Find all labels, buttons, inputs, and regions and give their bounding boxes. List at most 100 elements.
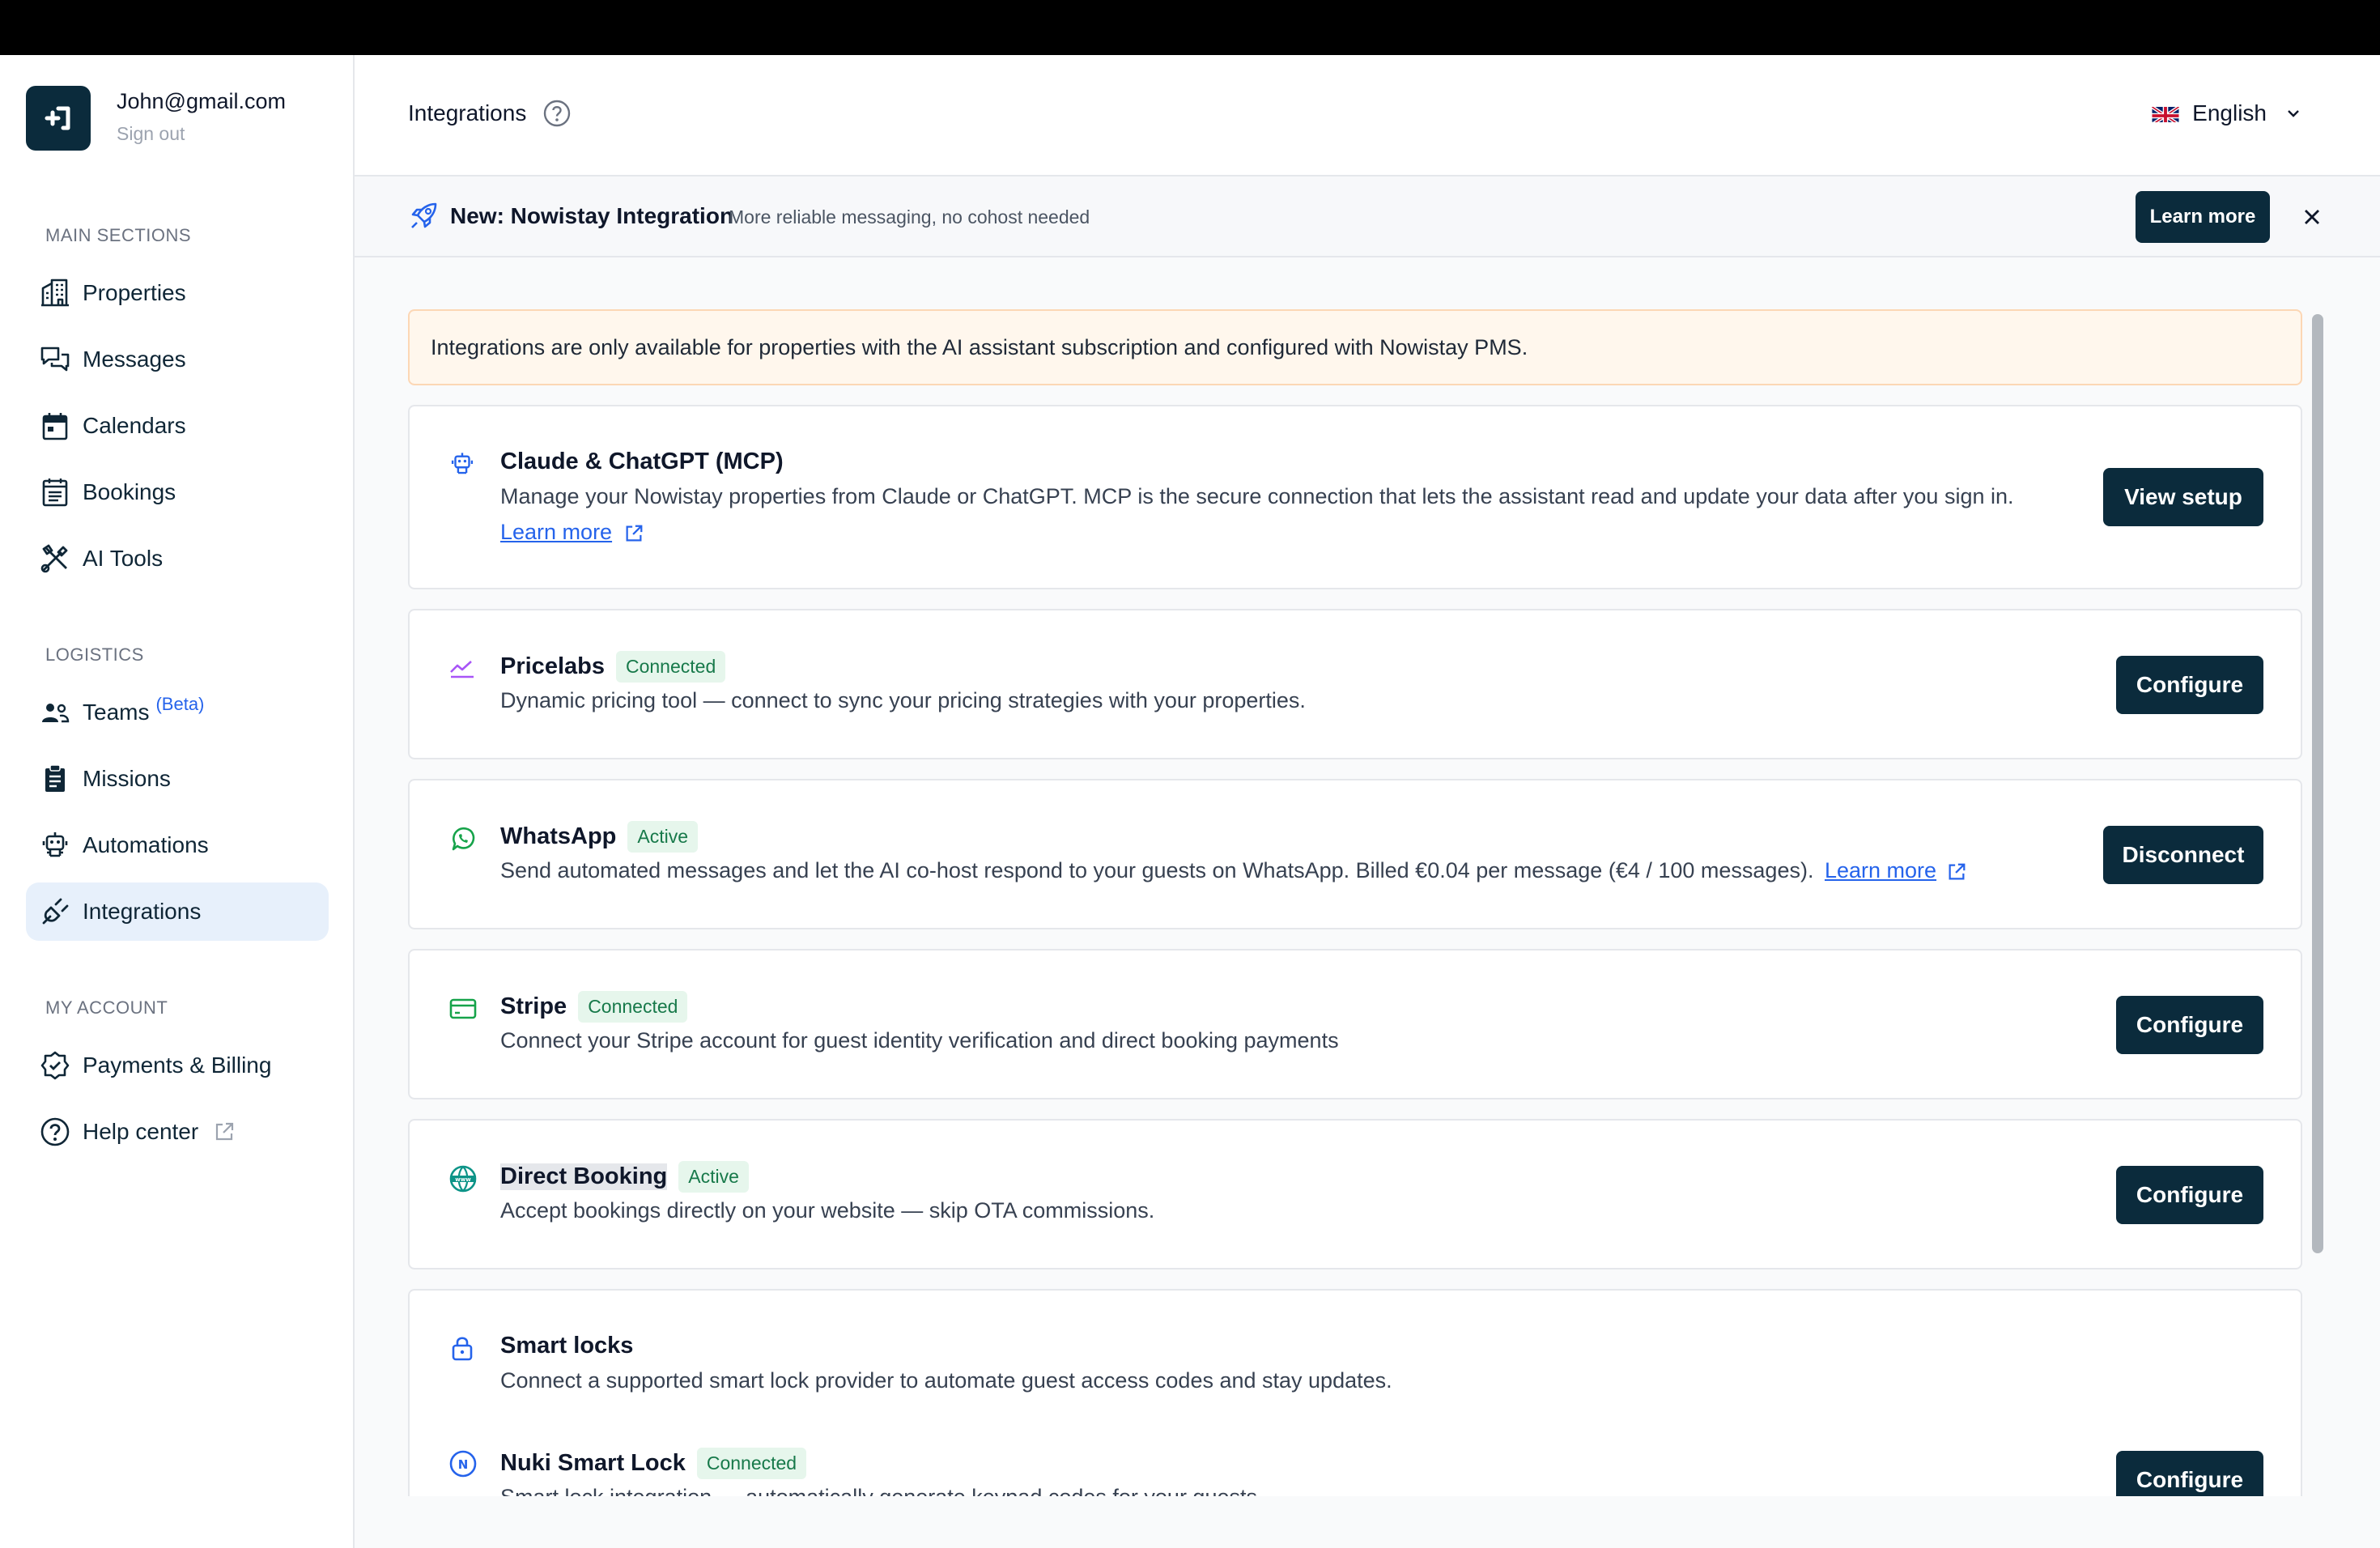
rocket-icon [408, 201, 439, 236]
integration-title: Claude & ChatGPT (MCP) [500, 449, 784, 474]
integration-title: Direct Booking Active [500, 1161, 749, 1193]
integration-title: Pricelabs Connected [500, 651, 726, 683]
nuki-icon: N [448, 1449, 478, 1482]
chat-icon [37, 342, 73, 377]
integration-description: Dynamic pricing tool — connect to sync y… [500, 688, 1306, 712]
scrollbar[interactable] [2312, 314, 2323, 1253]
language-label: English [2192, 100, 2267, 125]
external-link-icon [623, 523, 644, 544]
integration-card-stripe: Stripe Connected Connect your Stripe acc… [408, 949, 2302, 1099]
view-setup-button[interactable]: View setup [2103, 468, 2263, 526]
sidebar-item-label: Teams [83, 700, 150, 725]
list-icon [37, 474, 73, 510]
robot-icon [37, 827, 73, 863]
integration-description: Connect a supported smart lock provider … [500, 1368, 1392, 1393]
sidebar-item-bookings[interactable]: Bookings [26, 463, 329, 521]
page-header: Integrations English [355, 55, 2380, 176]
configure-button[interactable]: Configure [2116, 1166, 2263, 1224]
external-link-icon [213, 1121, 236, 1143]
app-logo[interactable] [26, 86, 91, 151]
integration-title: WhatsApp Active [500, 821, 699, 853]
external-link-icon [1946, 861, 1967, 882]
integration-description: Connect your Stripe account for guest id… [500, 1028, 1339, 1053]
sidebar-item-label: Automations [83, 832, 209, 857]
svg-text:N: N [458, 1457, 469, 1472]
sidebar-item-label: Integrations [83, 899, 202, 924]
language-selector[interactable]: English [2152, 100, 2302, 126]
integration-name: Pricelabs [500, 653, 605, 679]
status-badge: Connected [696, 1448, 807, 1479]
announcement-banner: New: Nowistay Integration More reliable … [355, 176, 2380, 257]
beta-badge: (Beta) [155, 694, 205, 714]
sign-out-link[interactable]: Sign out [117, 123, 185, 145]
svg-text:www: www [455, 1176, 471, 1183]
logistics-label: LOGISTICS [45, 644, 144, 665]
status-badge: Active [678, 1161, 749, 1193]
integration-description: Manage your Nowistay properties from Cla… [500, 484, 2014, 508]
sidebar-item-calendars[interactable]: Calendars [26, 397, 329, 455]
sidebar-item-teams[interactable]: Teams (Beta) [26, 683, 329, 742]
integration-card-pricelabs: Pricelabs Connected Dynamic pricing tool… [408, 609, 2302, 759]
sidebar-item-label: Help center [83, 1119, 199, 1144]
integration-title: Stripe Connected [500, 991, 688, 1023]
team-icon [37, 695, 73, 730]
trend-chart-icon [448, 654, 476, 686]
configure-button[interactable]: Configure [2116, 1451, 2263, 1496]
help-icon[interactable] [542, 99, 572, 132]
badge-check-icon [37, 1048, 73, 1083]
robot-icon [448, 450, 476, 482]
tools-icon [37, 541, 73, 576]
sub-integration-title: Nuki Smart Lock Connected [500, 1448, 807, 1479]
integration-description: Accept bookings directly on your website… [500, 1198, 1155, 1223]
banner-subtitle: More reliable messaging, no cohost neede… [729, 206, 1090, 228]
sidebar-item-payments-billing[interactable]: Payments & Billing [26, 1036, 329, 1095]
subscription-alert: Integrations are only available for prop… [408, 309, 2302, 385]
sidebar-item-ai-tools[interactable]: AI Tools [26, 529, 329, 588]
integration-card-smart-locks: Smart locks Connect a supported smart lo… [408, 1289, 2302, 1496]
sidebar-item-missions[interactable]: Missions [26, 750, 329, 808]
sidebar-item-integrations[interactable]: Integrations [26, 882, 329, 941]
close-icon[interactable] [2299, 204, 2325, 234]
main-sections-label: MAIN SECTIONS [45, 225, 192, 245]
clipboard-icon [37, 761, 73, 797]
learn-more-link-text[interactable]: Learn more [500, 520, 612, 544]
integration-name: Direct Booking [500, 1163, 668, 1190]
globe-icon: www [448, 1164, 478, 1197]
learn-more-button[interactable]: Learn more [2136, 191, 2270, 243]
whatsapp-description-text: Send automated messages and let the AI c… [500, 858, 1814, 882]
sidebar-item-properties[interactable]: Properties [26, 264, 329, 322]
sidebar-item-label: Messages [83, 347, 186, 372]
sidebar: John@gmail.com Sign out MAIN SECTIONS Pr… [0, 55, 355, 1548]
learn-more-link[interactable]: Learn more [500, 520, 644, 545]
sidebar-item-label: Missions [83, 766, 171, 791]
content-bottom-edge [355, 1496, 2380, 1548]
learn-more-link[interactable]: Learn more [1825, 858, 1936, 882]
integration-card-whatsapp: WhatsApp Active Send automated messages … [408, 779, 2302, 929]
sidebar-item-automations[interactable]: Automations [26, 816, 329, 874]
sidebar-item-help-center[interactable]: Help center [26, 1103, 329, 1161]
calendar-icon [37, 408, 73, 444]
building-icon [37, 275, 73, 311]
status-badge: Connected [615, 651, 726, 683]
status-badge: Active [627, 821, 699, 853]
integration-name: Nuki Smart Lock [500, 1450, 686, 1476]
configure-button[interactable]: Configure [2116, 656, 2263, 714]
sidebar-item-label: Bookings [83, 479, 176, 504]
logo-icon [45, 106, 70, 130]
integration-description: Smart lock integration — automatically g… [500, 1485, 1257, 1496]
plug-icon [37, 894, 73, 929]
integration-card-direct-booking: www Direct Booking Active Accept booking… [408, 1119, 2302, 1269]
chevron-down-icon [2284, 104, 2302, 122]
user-email: John@gmail.com [117, 89, 286, 113]
whatsapp-icon [448, 824, 478, 857]
credit-card-icon [448, 994, 478, 1027]
top-black-bar [0, 0, 2380, 55]
lock-icon [448, 1334, 476, 1366]
disconnect-button[interactable]: Disconnect [2103, 826, 2263, 884]
integration-name: WhatsApp [500, 823, 617, 849]
sidebar-item-label: Properties [83, 280, 186, 305]
question-icon [37, 1114, 73, 1150]
configure-button[interactable]: Configure [2116, 996, 2263, 1054]
integration-card-mcp: Claude & ChatGPT (MCP) Manage your Nowis… [408, 405, 2302, 589]
sidebar-item-messages[interactable]: Messages [26, 330, 329, 389]
